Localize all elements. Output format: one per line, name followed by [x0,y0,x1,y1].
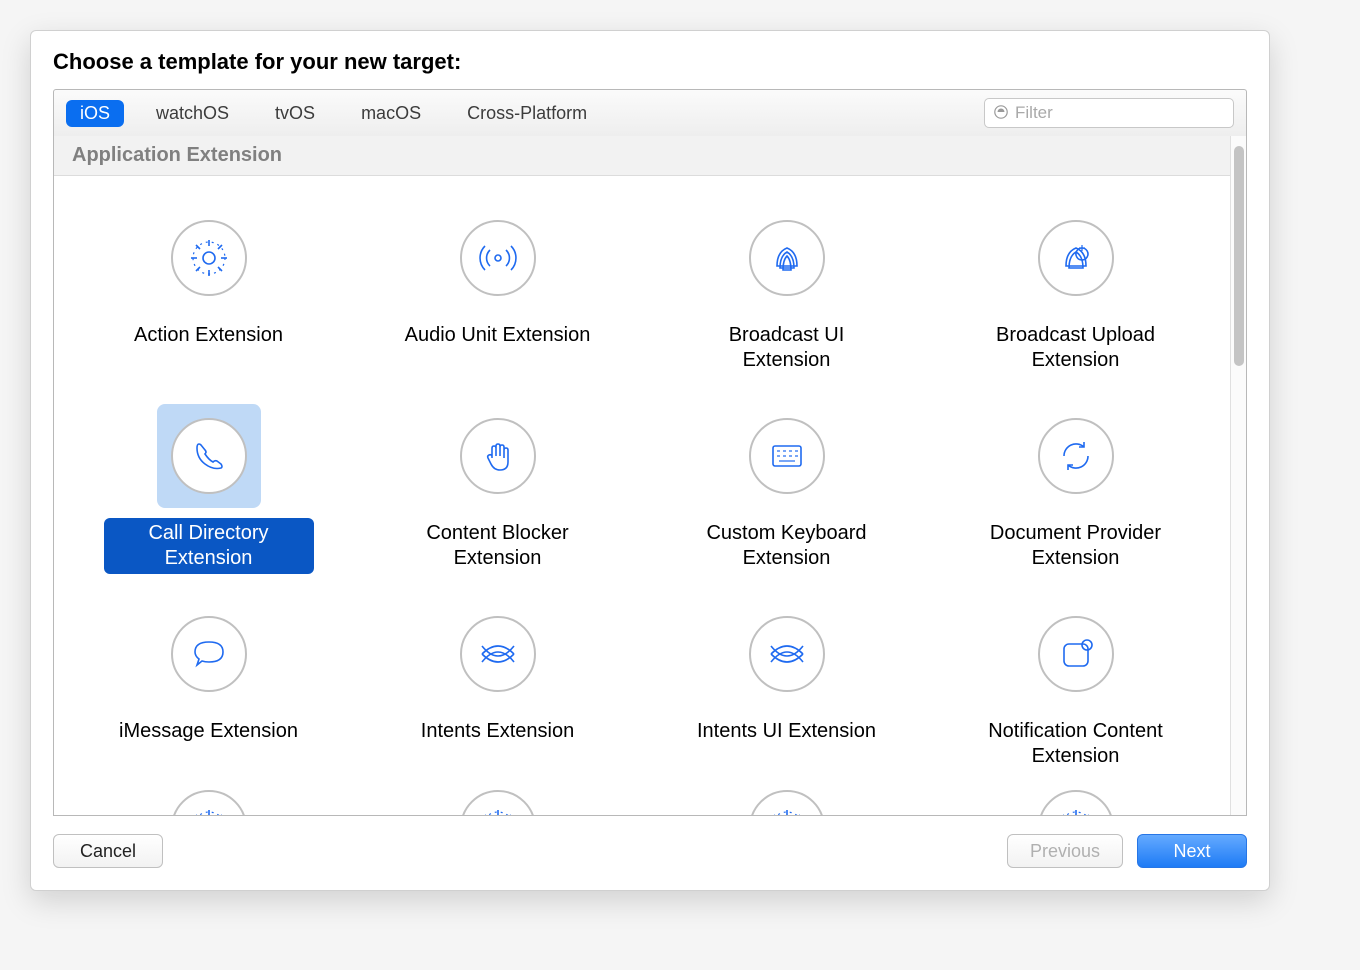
platform-tab-watchos[interactable]: watchOS [142,100,243,127]
broadcast-icon [749,220,825,296]
template-item[interactable]: Custom Keyboard Extension [642,394,931,592]
chat-icon [171,616,247,692]
template-label: iMessage Extension [109,716,308,747]
template-item[interactable]: Content Blocker Extension [353,394,642,592]
cancel-button[interactable]: Cancel [53,834,163,868]
template-label: Document Provider Extension [971,518,1181,574]
audio-icon [460,220,536,296]
template-item[interactable]: Call Directory Extension [64,394,353,592]
phone-icon [171,418,247,494]
template-icon [749,790,825,815]
template-icon [460,790,536,815]
template-item[interactable]: Document Provider Extension [931,394,1220,592]
template-item[interactable] [642,790,931,815]
template-grid: Action Extension Audio Unit Extension Broa… [54,176,1230,815]
template-label: Call Directory Extension [104,518,314,574]
keyboard-icon [749,418,825,494]
notification-icon [1038,616,1114,692]
template-icon [1038,790,1114,815]
template-label: Intents Extension [411,716,584,747]
template-item[interactable] [931,790,1220,815]
platform-tab-macos[interactable]: macOS [347,100,435,127]
footer: Cancel Previous Next [53,816,1247,868]
hand-icon [460,418,536,494]
scrollbar[interactable] [1230,136,1246,815]
template-label: Custom Keyboard Extension [682,518,892,574]
template-browser: Application Extension Action Extension Au… [53,136,1247,816]
template-icon [171,790,247,815]
intents-icon [749,616,825,692]
template-item[interactable]: iMessage Extension [64,592,353,790]
platform-tab-cross-platform[interactable]: Cross-Platform [453,100,601,127]
gear-icon [171,220,247,296]
section-header: Application Extension [54,136,1230,176]
filter-field[interactable] [984,98,1234,128]
template-label: Action Extension [124,320,293,351]
template-label: Broadcast Upload Extension [971,320,1181,376]
template-label: Content Blocker Extension [393,518,603,574]
intents-icon [460,616,536,692]
template-label: Broadcast UI Extension [682,320,892,376]
sheet-title: Choose a template for your new target: [53,49,1247,75]
template-item[interactable] [353,790,642,815]
new-target-sheet: Choose a template for your new target: i… [30,30,1270,891]
scrollbar-thumb[interactable] [1234,146,1244,366]
template-item[interactable]: Audio Unit Extension [353,196,642,394]
template-item[interactable]: Action Extension [64,196,353,394]
template-item[interactable]: Broadcast UI Extension [642,196,931,394]
platform-tab-ios[interactable]: iOS [66,100,124,127]
filter-input[interactable] [1015,103,1236,123]
template-item[interactable]: Intents Extension [353,592,642,790]
template-item[interactable] [64,790,353,815]
next-button[interactable]: Next [1137,834,1247,868]
template-item[interactable]: Broadcast Upload Extension [931,196,1220,394]
filter-icon [993,104,1009,123]
template-item[interactable]: Intents UI Extension [642,592,931,790]
template-label: Notification Content Extension [971,716,1181,772]
platform-tabs: iOS watchOS tvOS macOS Cross-Platform [66,100,601,127]
template-label: Audio Unit Extension [395,320,601,351]
platform-tab-tvos[interactable]: tvOS [261,100,329,127]
broadcast-up-icon [1038,220,1114,296]
template-label: Intents UI Extension [687,716,886,747]
toolbar: iOS watchOS tvOS macOS Cross-Platform [53,89,1247,136]
sync-icon [1038,418,1114,494]
previous-button: Previous [1007,834,1123,868]
template-item[interactable]: Notification Content Extension [931,592,1220,790]
